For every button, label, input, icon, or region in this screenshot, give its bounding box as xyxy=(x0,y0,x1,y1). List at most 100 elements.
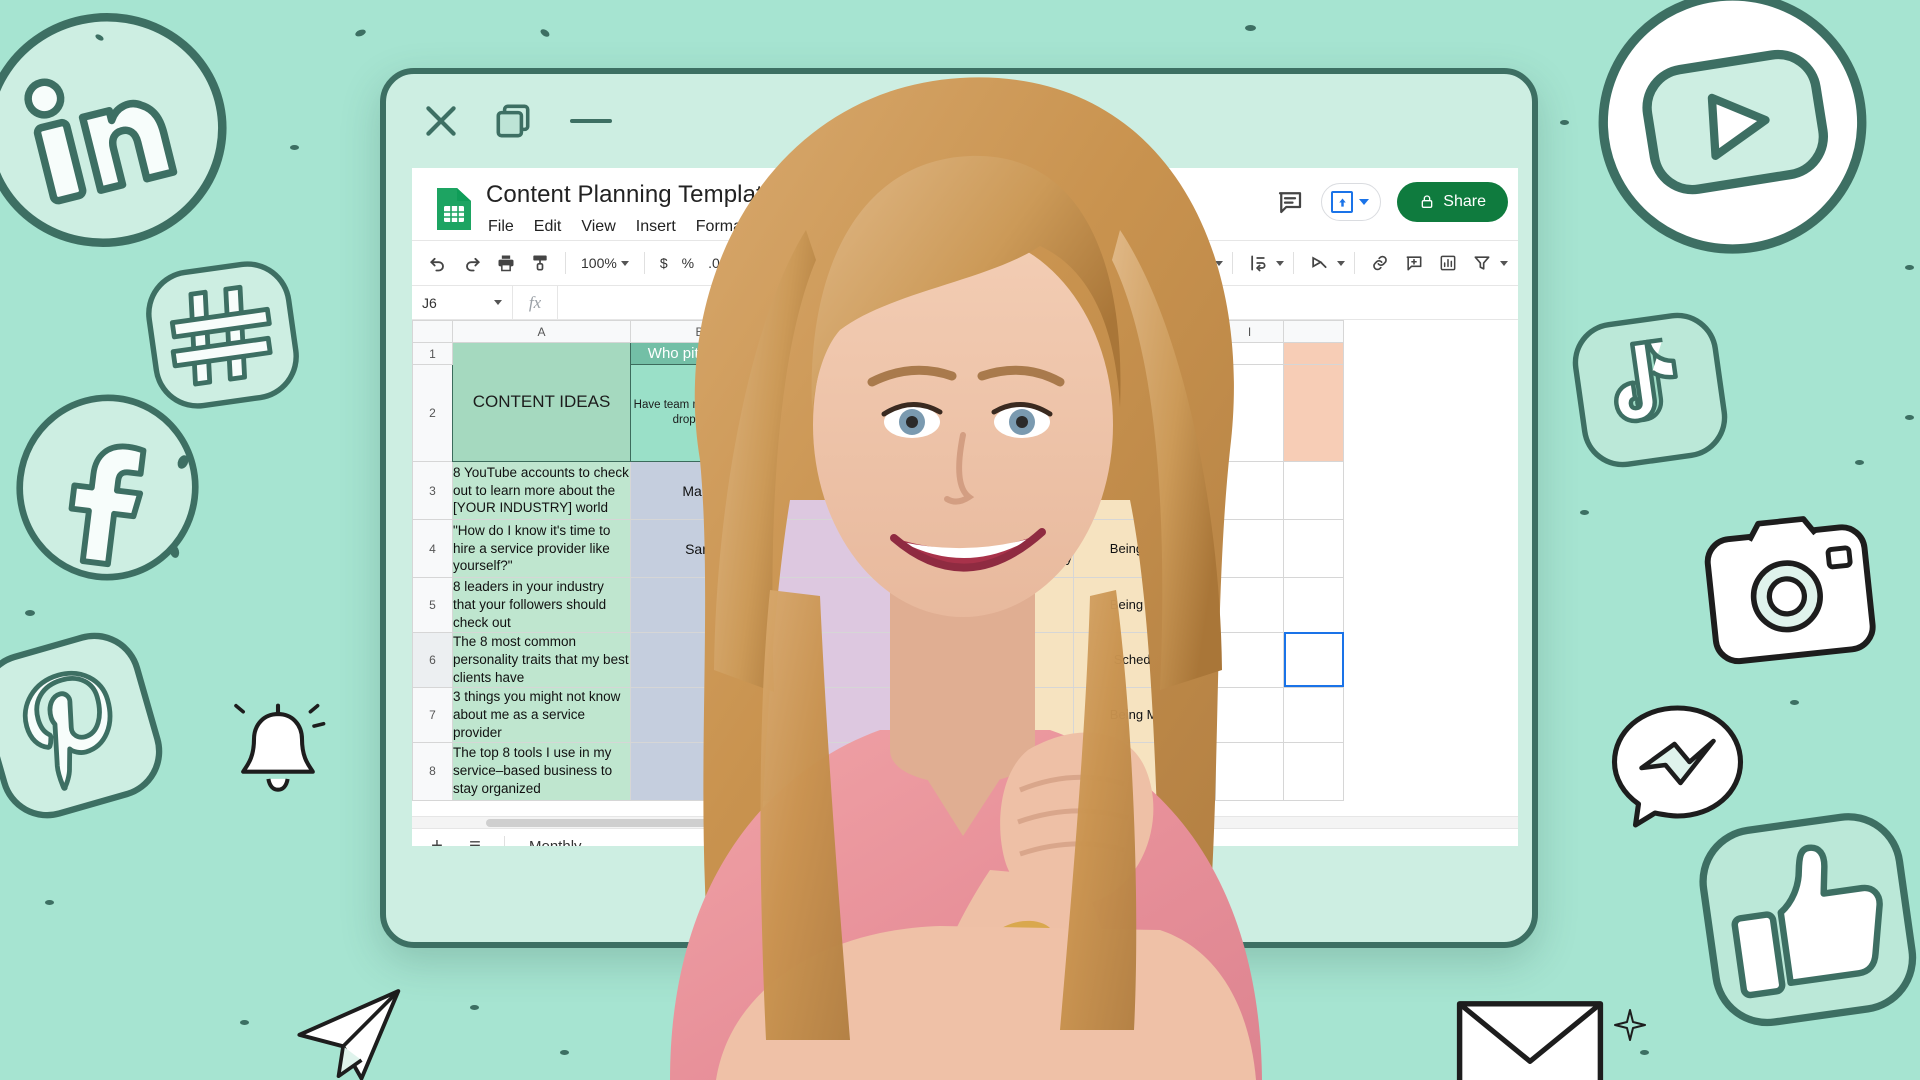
document-title[interactable]: Content Planning Template xyxy=(486,181,776,209)
text-wrapping-icon[interactable] xyxy=(1242,247,1274,279)
cell-status[interactable] xyxy=(1073,741,1216,801)
filter-icon[interactable] xyxy=(1466,247,1498,279)
cell-i4[interactable] xyxy=(1215,519,1284,578)
cell-idea[interactable]: "How do I know it's time to hire a servi… xyxy=(452,519,631,578)
column-header-h[interactable]: H xyxy=(1073,320,1216,343)
cell-extra-1[interactable] xyxy=(1283,342,1344,365)
chevron-down-icon[interactable] xyxy=(751,487,761,494)
cell-g1-header[interactable]: Extra notes xyxy=(918,342,1074,365)
percent-format-button[interactable]: % xyxy=(676,255,700,271)
insert-link-icon[interactable] xyxy=(1364,247,1396,279)
chevron-down-icon[interactable] xyxy=(1359,199,1370,205)
row-header-4[interactable]: 4 xyxy=(412,519,453,578)
cell-extra-5[interactable] xyxy=(1283,577,1344,633)
cell-status[interactable]: Being Made xyxy=(1073,577,1216,633)
currency-format-button[interactable]: $ xyxy=(654,255,674,271)
cell-i7[interactable] xyxy=(1215,686,1284,743)
restore-icon[interactable] xyxy=(492,100,534,142)
cell-who[interactable] xyxy=(630,686,769,743)
horizontal-scrollbar[interactable] xyxy=(412,816,1518,828)
cell-notes[interactable] xyxy=(918,631,1074,688)
home-indicator[interactable] xyxy=(809,864,1109,912)
cell-extra-3[interactable] xyxy=(1283,461,1344,520)
menu-tools[interactable]: Tools xyxy=(820,218,857,236)
print-icon[interactable] xyxy=(490,247,522,279)
cell-status[interactable]: Being Made xyxy=(1073,519,1216,578)
cell-idea[interactable]: 3 things you might not know about me as … xyxy=(452,686,631,743)
horizontal-align-icon[interactable] xyxy=(1120,247,1152,279)
menu-format[interactable]: Format xyxy=(696,218,747,236)
undo-icon[interactable] xyxy=(422,247,454,279)
zoom-selector[interactable]: 100% xyxy=(575,255,635,271)
row-header-6[interactable]: 6 xyxy=(412,631,453,688)
close-icon[interactable] xyxy=(420,100,462,142)
cell-i3[interactable] xyxy=(1215,461,1284,520)
chevron-down-icon[interactable] xyxy=(1198,768,1208,775)
cell-who[interactable]: Mags xyxy=(630,461,769,520)
minimize-icon[interactable] xyxy=(564,100,618,142)
row-header-2[interactable]: 2 xyxy=(412,364,453,462)
chevron-down-icon[interactable] xyxy=(1198,545,1208,552)
vertical-align-icon[interactable] xyxy=(1181,247,1213,279)
select-all-corner[interactable] xyxy=(412,320,453,343)
share-button[interactable]: Share xyxy=(1397,182,1508,222)
chevron-down-icon[interactable] xyxy=(1276,260,1284,266)
row-header-7[interactable]: 7 xyxy=(412,686,453,743)
cell-notes[interactable] xyxy=(918,577,1074,633)
forward-arrow-icon[interactable] xyxy=(1153,862,1205,914)
selected-cell-j6[interactable] xyxy=(1283,631,1344,688)
menu-view[interactable]: View xyxy=(581,218,615,236)
row-header-3[interactable]: 3 xyxy=(412,461,453,520)
cell-extra-2[interactable] xyxy=(1283,364,1344,462)
cell-who[interactable] xyxy=(630,577,769,633)
text-rotation-icon[interactable] xyxy=(1303,247,1335,279)
spreadsheet-grid[interactable]: A B C G H I 1 CONTENT IDEAS Who pitched … xyxy=(412,320,1518,816)
cell-i1[interactable] xyxy=(1215,342,1284,365)
row-header-8[interactable]: 8 xyxy=(412,741,453,801)
cell-notes[interactable]: This could be a great one for an industr… xyxy=(918,461,1074,520)
chevron-down-icon[interactable] xyxy=(1337,260,1345,266)
cell-who[interactable] xyxy=(630,631,769,688)
cell-b2-instruction[interactable]: Have team members as a drop down xyxy=(630,364,769,462)
cell-b1-header[interactable]: Who pitched it? xyxy=(630,342,769,365)
back-arrow-icon[interactable] xyxy=(713,862,765,914)
redo-icon[interactable] xyxy=(456,247,488,279)
cell-status[interactable]: Scheduled xyxy=(1073,631,1216,688)
cell-extra-7[interactable] xyxy=(1283,686,1344,743)
chevron-down-icon[interactable] xyxy=(1198,487,1208,494)
cell-theme[interactable] xyxy=(768,577,919,633)
paint-format-icon[interactable] xyxy=(524,247,556,279)
cell-theme[interactable] xyxy=(768,631,919,688)
cell-status[interactable]: Being Made xyxy=(1073,686,1216,743)
cell-i6[interactable] xyxy=(1215,631,1284,688)
cell-idea[interactable]: 8 leaders in your industry that your fol… xyxy=(452,577,631,633)
menu-data[interactable]: Data xyxy=(766,218,800,236)
cell-h2-instruction[interactable]: If not approved – delete idea. If approv… xyxy=(1073,364,1216,462)
more-formats-selector[interactable]: 123 xyxy=(761,255,808,271)
column-header-g[interactable]: G xyxy=(918,320,1074,343)
decrease-decimal-button[interactable]: .0 xyxy=(702,255,726,271)
column-header-b[interactable]: B xyxy=(630,320,769,343)
cell-extra-8[interactable] xyxy=(1283,741,1344,801)
cell-notes[interactable] xyxy=(918,741,1074,801)
row-header-5[interactable]: 5 xyxy=(412,577,453,633)
cell-i2[interactable] xyxy=(1215,364,1284,462)
cell-who[interactable]: Sam xyxy=(630,519,769,578)
cell-theme[interactable] xyxy=(768,686,919,743)
present-button[interactable] xyxy=(1321,183,1382,221)
cell-theme[interactable] xyxy=(768,519,919,578)
chevron-down-icon[interactable] xyxy=(1154,260,1162,266)
cell-idea[interactable]: The 8 most common personality traits tha… xyxy=(452,631,631,688)
cell-c2-instruction[interactable]: Which of your content pillars does it fa… xyxy=(768,364,919,462)
cell-status[interactable]: To Make xyxy=(1073,461,1216,520)
insert-chart-icon[interactable] xyxy=(1432,247,1464,279)
comment-history-icon[interactable] xyxy=(1275,187,1305,217)
chevron-down-icon[interactable] xyxy=(1198,601,1208,608)
chevron-down-icon[interactable] xyxy=(1215,260,1223,266)
column-header-i[interactable]: I xyxy=(1215,320,1284,343)
move-to-folder-icon[interactable] xyxy=(824,184,846,206)
column-header-a[interactable]: A xyxy=(452,320,631,343)
cell-theme[interactable] xyxy=(768,741,919,801)
cell-c1-header[interactable]: Theme xyxy=(768,342,919,365)
cell-extra-4[interactable] xyxy=(1283,519,1344,578)
